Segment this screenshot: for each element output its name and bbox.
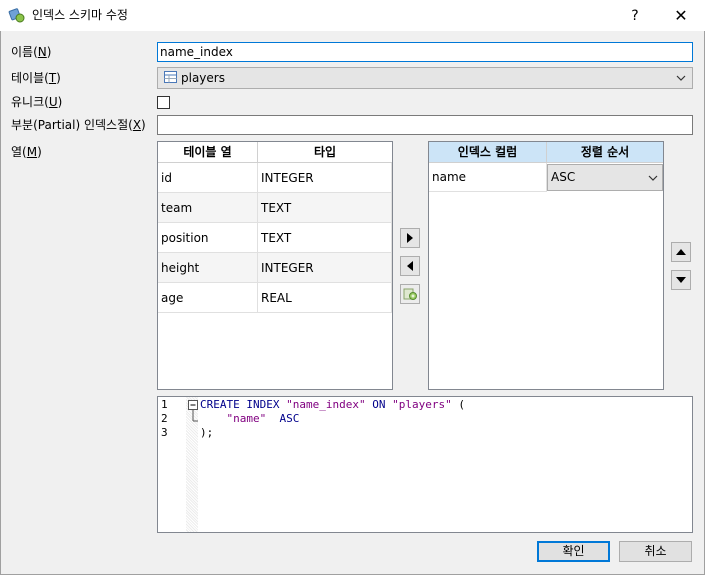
sql-line-3: );: [200, 426, 214, 439]
add-column-button[interactable]: [400, 228, 420, 248]
window-title: 인덱스 스키마 수정: [32, 8, 128, 22]
line-number: 1: [161, 398, 168, 411]
chevron-down-icon: [648, 168, 658, 197]
column-header-name[interactable]: 테이블 열: [158, 142, 258, 163]
partial-label: 부분(Partial) 인덱스절(X): [11, 118, 146, 132]
column-header-index-column[interactable]: 인덱스 컬럼: [429, 142, 547, 163]
ok-button[interactable]: 확인: [537, 541, 610, 562]
table-row-name[interactable]: height: [158, 253, 258, 283]
table-columns-grid[interactable]: 테이블 열 타입 id INTEGER team TEXT position T…: [157, 141, 393, 390]
cancel-button[interactable]: 취소: [619, 541, 692, 562]
sql-line-1: CREATE INDEX "name_index" ON "players" (: [200, 398, 465, 411]
index-row-name[interactable]: name: [429, 163, 547, 192]
column-header-sort-order[interactable]: 정렬 순서: [547, 142, 663, 163]
sort-order-value: ASC: [551, 170, 576, 184]
name-label: 이름(N): [11, 45, 52, 59]
chevron-down-icon: [676, 68, 686, 94]
index-columns-grid[interactable]: 인덱스 컬럼 정렬 순서 name ASC: [428, 141, 664, 390]
sql-line-2: "name" ASC: [226, 412, 300, 425]
table-row-name[interactable]: team: [158, 193, 258, 223]
table-row-name[interactable]: age: [158, 283, 258, 313]
table-icon: [164, 69, 177, 89]
unique-label: 유니크(U): [11, 95, 63, 109]
table-label: 테이블(T): [11, 71, 61, 85]
close-button[interactable]: ✕: [658, 0, 704, 31]
name-input[interactable]: name_index: [157, 42, 693, 62]
arrow-down-icon: [676, 277, 686, 283]
table-select[interactable]: players: [157, 67, 693, 89]
expression-icon: [403, 288, 417, 300]
table-row-type[interactable]: TEXT: [258, 193, 392, 223]
column-header-type[interactable]: 타입: [258, 142, 392, 163]
line-number: 2: [161, 412, 168, 425]
columns-label: 열(M): [11, 145, 42, 159]
help-button[interactable]: ?: [612, 0, 658, 31]
arrow-right-icon: [407, 233, 413, 243]
table-row-type[interactable]: INTEGER: [258, 163, 392, 193]
line-number: 3: [161, 426, 168, 439]
remove-column-button[interactable]: [400, 256, 420, 276]
fold-collapse-icon[interactable]: [188, 400, 199, 433]
arrow-up-icon: [676, 249, 686, 255]
table-row-type[interactable]: INTEGER: [258, 253, 392, 283]
table-row-type[interactable]: TEXT: [258, 223, 392, 253]
sort-order-select[interactable]: ASC: [547, 164, 663, 191]
partial-clause-input[interactable]: [157, 115, 693, 135]
table-row-type[interactable]: REAL: [258, 283, 392, 313]
unique-checkbox[interactable]: [157, 96, 170, 109]
app-icon: [8, 6, 26, 24]
table-row-name[interactable]: position: [158, 223, 258, 253]
table-select-value: players: [181, 71, 225, 85]
table-row-name[interactable]: id: [158, 163, 258, 193]
move-down-button[interactable]: [671, 270, 691, 290]
arrow-left-icon: [407, 261, 413, 271]
move-up-button[interactable]: [671, 242, 691, 262]
sql-preview-editor[interactable]: 1 2 3 CREATE INDEX "name_index" ON "play…: [157, 396, 693, 533]
add-expression-button[interactable]: [400, 284, 420, 304]
